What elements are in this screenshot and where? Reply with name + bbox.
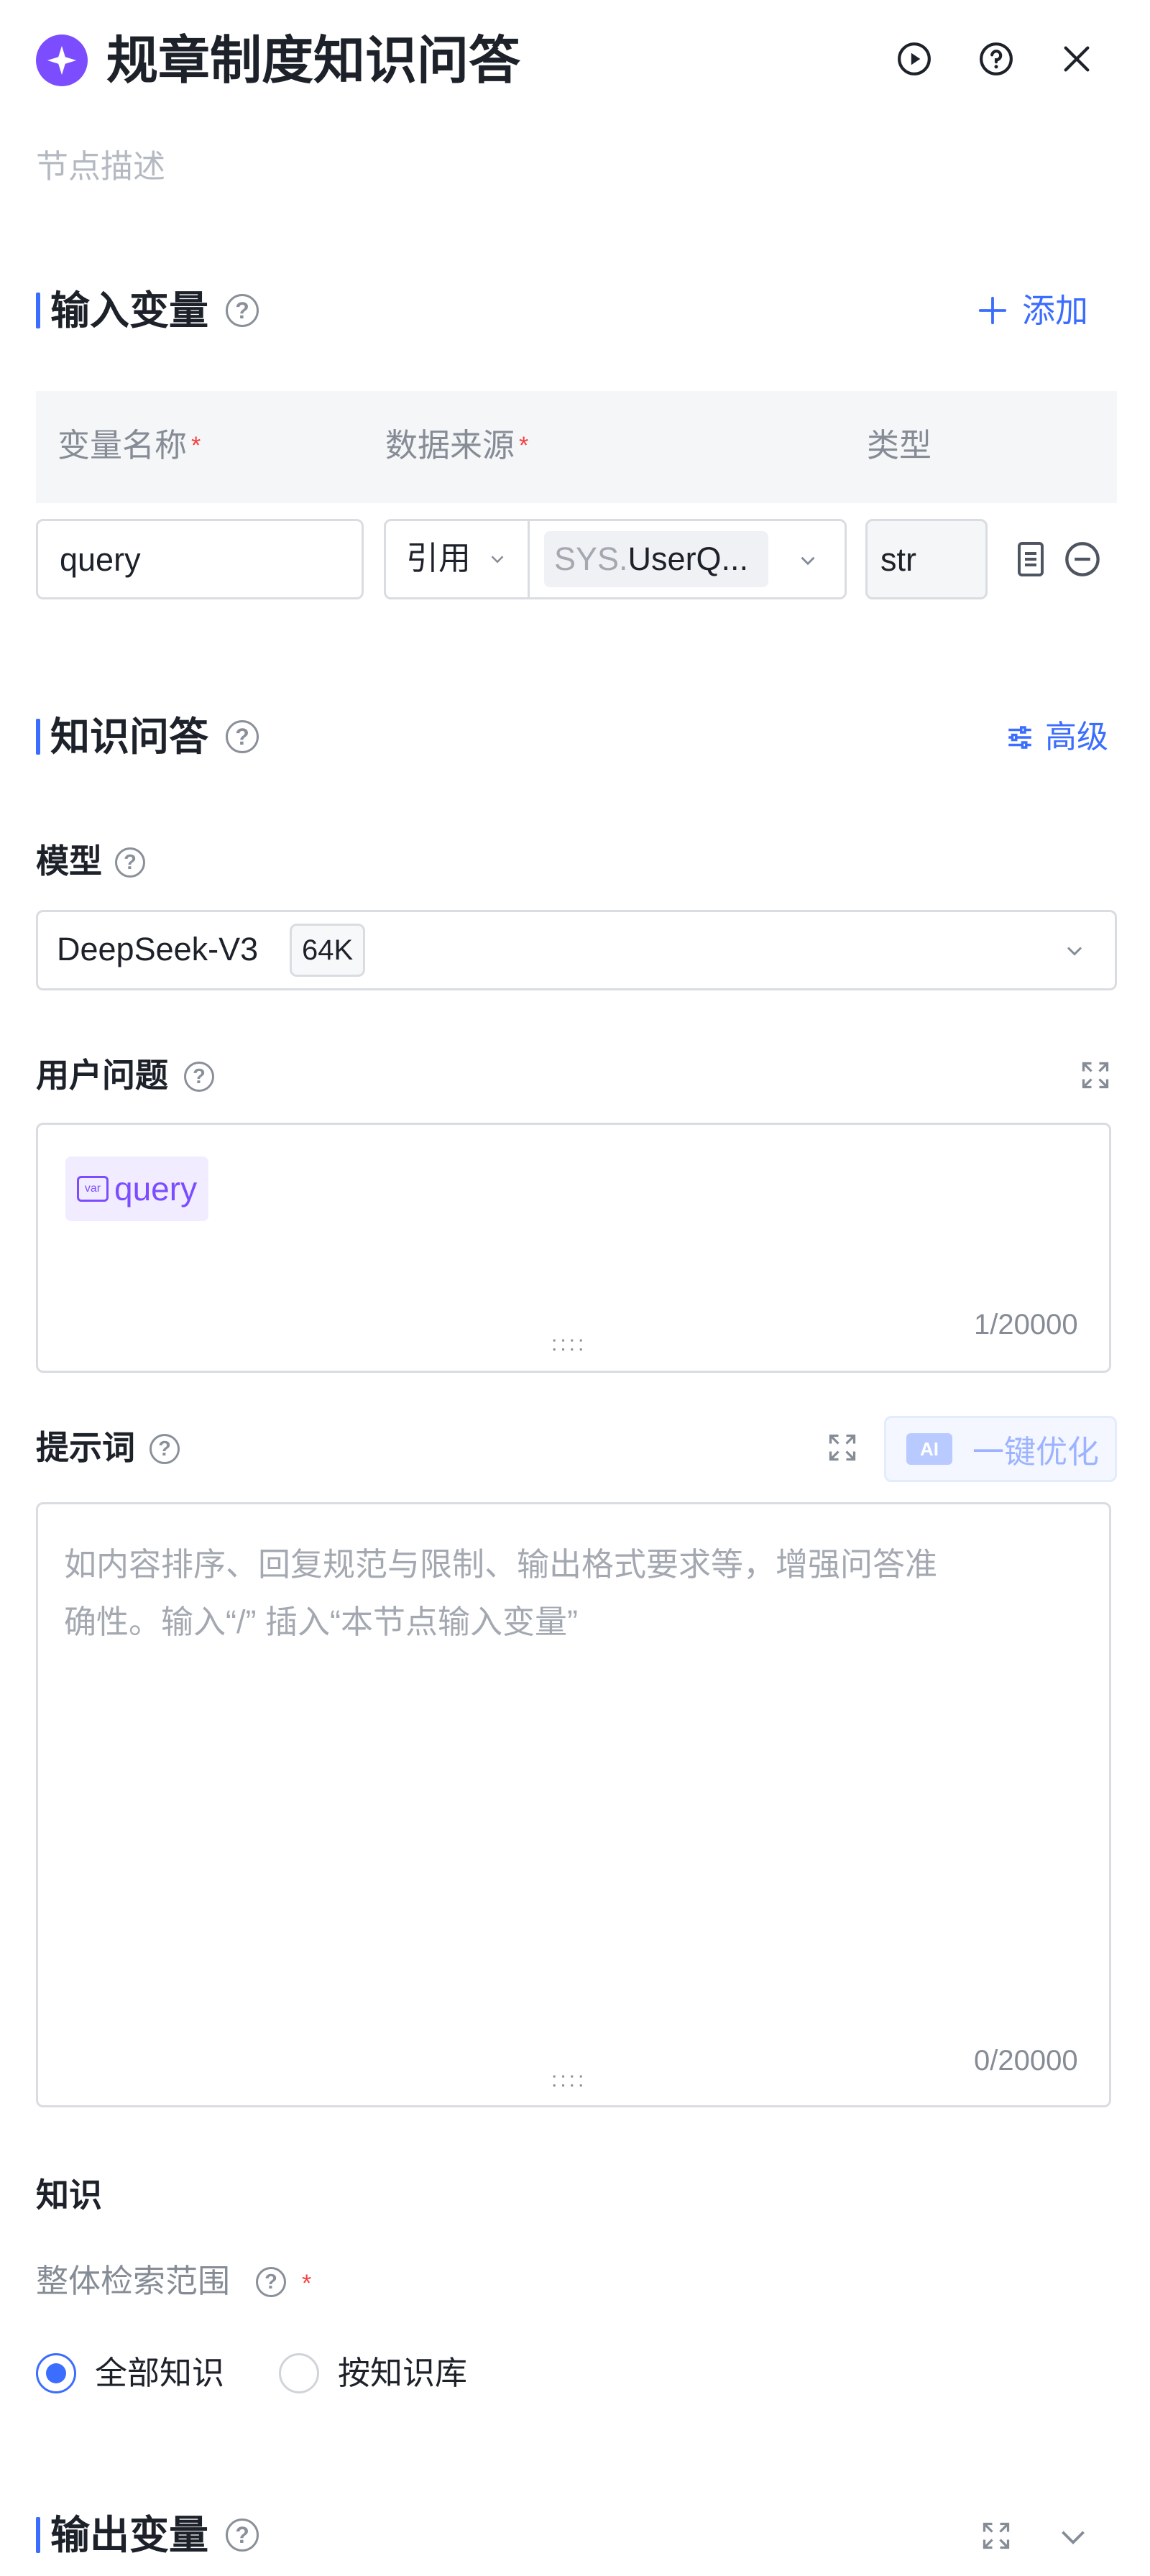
close-icon: [1064, 46, 1090, 72]
source-mode-select[interactable]: 引用: [386, 521, 530, 597]
resize-handle[interactable]: ::::: [551, 1332, 586, 1356]
prompt-label: 提示词: [36, 1429, 135, 1466]
variable-chip-label: query: [114, 1170, 198, 1208]
chevron-down-icon: [1067, 947, 1082, 956]
source-variable-chip[interactable]: SYS.UserQ...: [544, 531, 768, 587]
ai-optimize-label: 一键优化: [972, 1435, 1099, 1470]
radio-unselected[interactable]: [279, 2353, 319, 2393]
var-icon: var: [77, 1176, 109, 1202]
model-help-icon[interactable]: ?: [115, 847, 145, 878]
qa-help-icon[interactable]: ?: [226, 720, 259, 753]
model-value: DeepSeek-V3: [57, 931, 259, 967]
scope-option-label: 全部知识: [95, 2355, 225, 2391]
scope-option-all[interactable]: 全部知识: [36, 2350, 224, 2396]
run-button[interactable]: [893, 37, 936, 80]
variable-name-input[interactable]: query: [36, 519, 364, 599]
column-header-name: 变量名称 *: [58, 427, 201, 464]
qa-section-title: 知识问答: [50, 714, 209, 759]
variable-name-value: query: [60, 541, 141, 578]
context-length-badge: 64K: [290, 924, 366, 977]
add-variable-button[interactable]: 添加: [976, 289, 1088, 332]
char-counter: 1/20000: [974, 1309, 1078, 1340]
input-help-icon[interactable]: ?: [226, 294, 259, 327]
add-label: 添加: [1022, 292, 1088, 329]
variable-chip[interactable]: var query: [65, 1156, 209, 1221]
close-button[interactable]: [1055, 37, 1098, 80]
scope-option-by-library[interactable]: 按知识库: [279, 2350, 467, 2396]
node-title: 规章制度知识问答: [106, 32, 521, 90]
user-question-label: 用户问题: [36, 1057, 168, 1094]
expand-icon[interactable]: [827, 1432, 858, 1463]
knowledge-label: 知识: [36, 2176, 102, 2214]
prompt-help-icon[interactable]: ?: [150, 1434, 180, 1464]
section-accent-bar: [36, 293, 40, 328]
radio-selected[interactable]: [36, 2353, 76, 2393]
char-counter: 0/20000: [974, 2045, 1078, 2076]
source-mode-value: 引用: [406, 540, 472, 576]
expand-icon[interactable]: [1080, 1059, 1111, 1091]
remove-row-icon[interactable]: [1064, 540, 1101, 578]
sliders-icon: [1008, 726, 1031, 749]
chevron-down-icon[interactable]: [1055, 2518, 1091, 2554]
variable-type-field: str: [865, 519, 988, 599]
user-question-editor[interactable]: var query 1/20000 ::::: [36, 1123, 1111, 1373]
help-button[interactable]: [975, 37, 1018, 80]
column-header-type: 类型: [867, 427, 932, 464]
node-description-input[interactable]: 节点描述: [36, 145, 165, 188]
variable-type-value: str: [880, 541, 916, 578]
output-help-icon[interactable]: ?: [226, 2518, 259, 2552]
prompt-placeholder: 如内容排序、回复规范与限制、输出格式要求等，增强问答准 确性。输入“/” 插入“…: [64, 1546, 938, 1640]
data-source-group: 引用 SYS.UserQ...: [384, 519, 847, 599]
input-section-title: 输入变量: [50, 288, 209, 333]
plus-icon: [978, 296, 1007, 325]
document-icon[interactable]: [1013, 540, 1048, 578]
advanced-settings-button[interactable]: 高级: [1005, 716, 1108, 759]
scope-option-label: 按知识库: [338, 2355, 468, 2391]
user-question-help-icon[interactable]: ?: [184, 1062, 214, 1092]
resize-handle[interactable]: ::::: [551, 2068, 586, 2092]
required-mark: *: [302, 2270, 312, 2297]
expand-icon[interactable]: [980, 2520, 1012, 2552]
model-select[interactable]: DeepSeek-V3 64K: [36, 910, 1117, 990]
column-header-source: 数据来源 *: [385, 427, 529, 464]
ai-icon: AI: [906, 1433, 952, 1465]
model-label: 模型: [36, 842, 102, 880]
chevron-down-icon: [491, 556, 504, 564]
source-variable-text: SYS.UserQ...: [554, 540, 749, 577]
question-circle-icon: [980, 42, 1013, 75]
output-section-title: 输出变量: [50, 2513, 209, 2557]
retrieval-scope-label: 整体检索范围: [36, 2263, 231, 2299]
section-accent-bar: [36, 719, 40, 755]
play-circle-icon: [898, 42, 931, 75]
ai-optimize-button[interactable]: AI 一键优化: [884, 1416, 1117, 1482]
app-logo-icon: [36, 34, 88, 86]
advanced-label: 高级: [1045, 719, 1108, 755]
section-accent-bar: [36, 2517, 40, 2553]
prompt-editor[interactable]: 如内容排序、回复规范与限制、输出格式要求等，增强问答准 确性。输入“/” 插入“…: [36, 1502, 1111, 2107]
scope-help-icon[interactable]: ?: [256, 2267, 286, 2297]
chevron-down-icon[interactable]: [796, 548, 820, 573]
